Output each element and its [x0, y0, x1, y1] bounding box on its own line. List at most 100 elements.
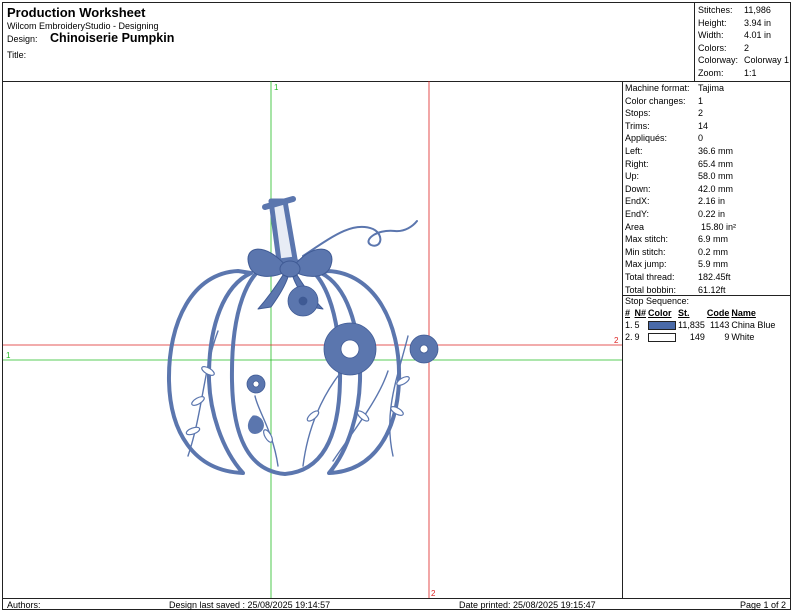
machine-info-label: Right: — [625, 158, 649, 169]
machine-info-value: 36.6 mm — [698, 146, 734, 156]
stat-row: Stitches: 11,986 — [698, 4, 790, 16]
machine-info-label: EndX: — [625, 196, 650, 207]
machine-info-value: 14 — [698, 120, 709, 131]
design-name: Chinoiserie Pumpkin — [50, 31, 175, 45]
stop-n: 5 — [634, 320, 640, 330]
flower-top — [287, 285, 319, 317]
machine-info-value: 15.80 in² — [701, 221, 737, 232]
machine-info-label: Machine format: — [625, 83, 690, 93]
machine-info-row: Appliqués: 0 — [625, 132, 785, 144]
stop-st: 11,835 — [678, 320, 705, 330]
authors-label: Authors: — [7, 600, 41, 610]
machine-info-value: 42.0 mm — [698, 183, 734, 194]
machine-info-label: EndY: — [625, 209, 650, 219]
title-label: Title: — [7, 50, 27, 60]
marker-top-green: 1 — [274, 83, 279, 92]
machine-info-row: Min stitch: 0.2 mm — [625, 246, 785, 258]
worksheet-footer: Authors: Design last saved : 25/08/2025 … — [3, 598, 790, 611]
stop-num: 1. — [625, 320, 633, 330]
stat-label: Colorway: — [698, 55, 739, 66]
worksheet-header: Production Worksheet Wilcom EmbroiderySt… — [3, 3, 790, 82]
design-preview: 1 1 2 2 — [3, 81, 623, 599]
machine-info-row: Trims: 14 — [625, 120, 785, 132]
design-last-saved: Design last saved : 25/08/2025 19:14:57 — [169, 600, 331, 610]
stop-code: 1143 — [710, 320, 730, 330]
stop-st: 149 — [689, 332, 705, 342]
pumpkin-design-svg: 1 1 2 2 — [3, 81, 622, 599]
stop-num: 2. — [625, 332, 633, 342]
date-printed: Date printed: 25/08/2025 19:15:47 — [459, 600, 596, 610]
page-number: Page 1 of 2 — [740, 600, 787, 610]
machine-info-label: Area — [625, 221, 645, 232]
stop-sequence-header: St. — [678, 308, 690, 318]
stats-panel: Stitches: 11,986 Height: 3.94 in Width: 4.01 … — [694, 3, 791, 81]
color-swatch — [648, 333, 677, 343]
stop-name: White — [731, 332, 755, 342]
machine-info-value: 2 — [698, 108, 704, 119]
machine-info-value: 58.0 mm — [698, 171, 734, 182]
worksheet-title: Production Worksheet — [7, 5, 146, 20]
stat-label: Colors: — [698, 42, 727, 53]
stop-sequence-header: N# — [634, 308, 647, 318]
machine-info-label: Trims: — [625, 120, 650, 131]
color-swatch — [648, 321, 677, 331]
pumpkin-embroidery — [166, 196, 439, 476]
machine-info-value: 0.22 in — [698, 209, 726, 219]
stop-sequence-table: # N# Color St. Code Name 1. 5 11,835 1143 China B… — [625, 307, 777, 343]
stat-row: Height: 3.94 in — [698, 17, 790, 29]
machine-info-row: Down: 42.0 mm — [625, 183, 785, 195]
flower-large — [323, 322, 377, 376]
machine-info-value: 0.2 mm — [698, 246, 729, 257]
stat-row: Zoom: 1:1 — [698, 67, 790, 79]
machine-info-label: Color changes: — [625, 95, 686, 106]
stop-name: China Blue — [731, 320, 776, 330]
stop-sequence-header: # — [625, 308, 631, 318]
stop-sequence-header: Code — [706, 308, 730, 318]
stat-label: Zoom: — [698, 68, 724, 78]
machine-info-row: Max jump: 5.9 mm — [625, 258, 785, 270]
flower-right — [409, 334, 439, 364]
stop-n: 9 — [634, 332, 640, 342]
stat-row: Colorway: Colorway 1 — [698, 54, 790, 66]
stat-value: 1:1 — [744, 68, 757, 78]
stat-label: Width: — [698, 30, 724, 41]
machine-info-row: Stops: 2 — [625, 107, 785, 119]
machine-info-value: 0 — [698, 133, 704, 144]
machine-info-row: Color changes: 1 — [625, 95, 785, 107]
machine-info-row: EndY: 0.22 in — [625, 208, 785, 220]
marker-bottom-red: 2 — [431, 589, 436, 598]
machine-info-row: Area 15.80 in² — [625, 221, 785, 233]
machine-info-label: Total thread: — [625, 272, 675, 282]
design-label: Design: — [7, 34, 38, 44]
flower-small-left — [246, 374, 266, 394]
machine-info-label: Max jump: — [625, 259, 667, 270]
stop-sequence-title: Stop Sequence: — [625, 296, 690, 306]
stop-code: 9 — [724, 332, 730, 342]
stat-value: Colorway 1 — [744, 55, 790, 66]
stat-row: Width: 4.01 in — [698, 29, 790, 41]
machine-info-label: Max stitch: — [625, 234, 669, 245]
stop-sequence-row: 1. 5 11,835 1143 China Blue — [625, 319, 777, 331]
machine-info-row: Total bobbin: 61.12ft — [625, 284, 785, 296]
machine-info-row: Right: 65.4 mm — [625, 158, 785, 170]
stop-sequence: Stop Sequence: # N# Color St. Code Name 1. 5 11… — [622, 295, 790, 343]
machine-info-label: Down: — [625, 183, 651, 194]
stat-value: 11,986 — [744, 5, 771, 15]
stop-sequence-header: Color — [648, 308, 672, 318]
machine-info-value: Tajima — [698, 83, 725, 93]
production-worksheet: Production Worksheet Wilcom EmbroiderySt… — [2, 2, 791, 610]
bud — [248, 415, 264, 434]
stat-label: Stitches: — [698, 5, 733, 15]
machine-info-value: 65.4 mm — [698, 158, 734, 169]
stop-color — [648, 319, 678, 331]
stat-value: 4.01 in — [744, 30, 772, 41]
stat-value: 2 — [744, 42, 750, 53]
machine-info-value: 182.45ft — [698, 272, 731, 282]
pumpkin-center-lobe — [229, 257, 343, 476]
machine-info-panel: Machine format: Tajima Color changes: 1 Stop… — [622, 81, 790, 599]
machine-info-value: 6.9 mm — [698, 234, 729, 245]
machine-info-row: Max stitch: 6.9 mm — [625, 233, 785, 245]
marker-right-red: 2 — [614, 336, 619, 345]
stop-color — [648, 331, 678, 343]
machine-info-row: Left: 36.6 mm — [625, 145, 785, 157]
